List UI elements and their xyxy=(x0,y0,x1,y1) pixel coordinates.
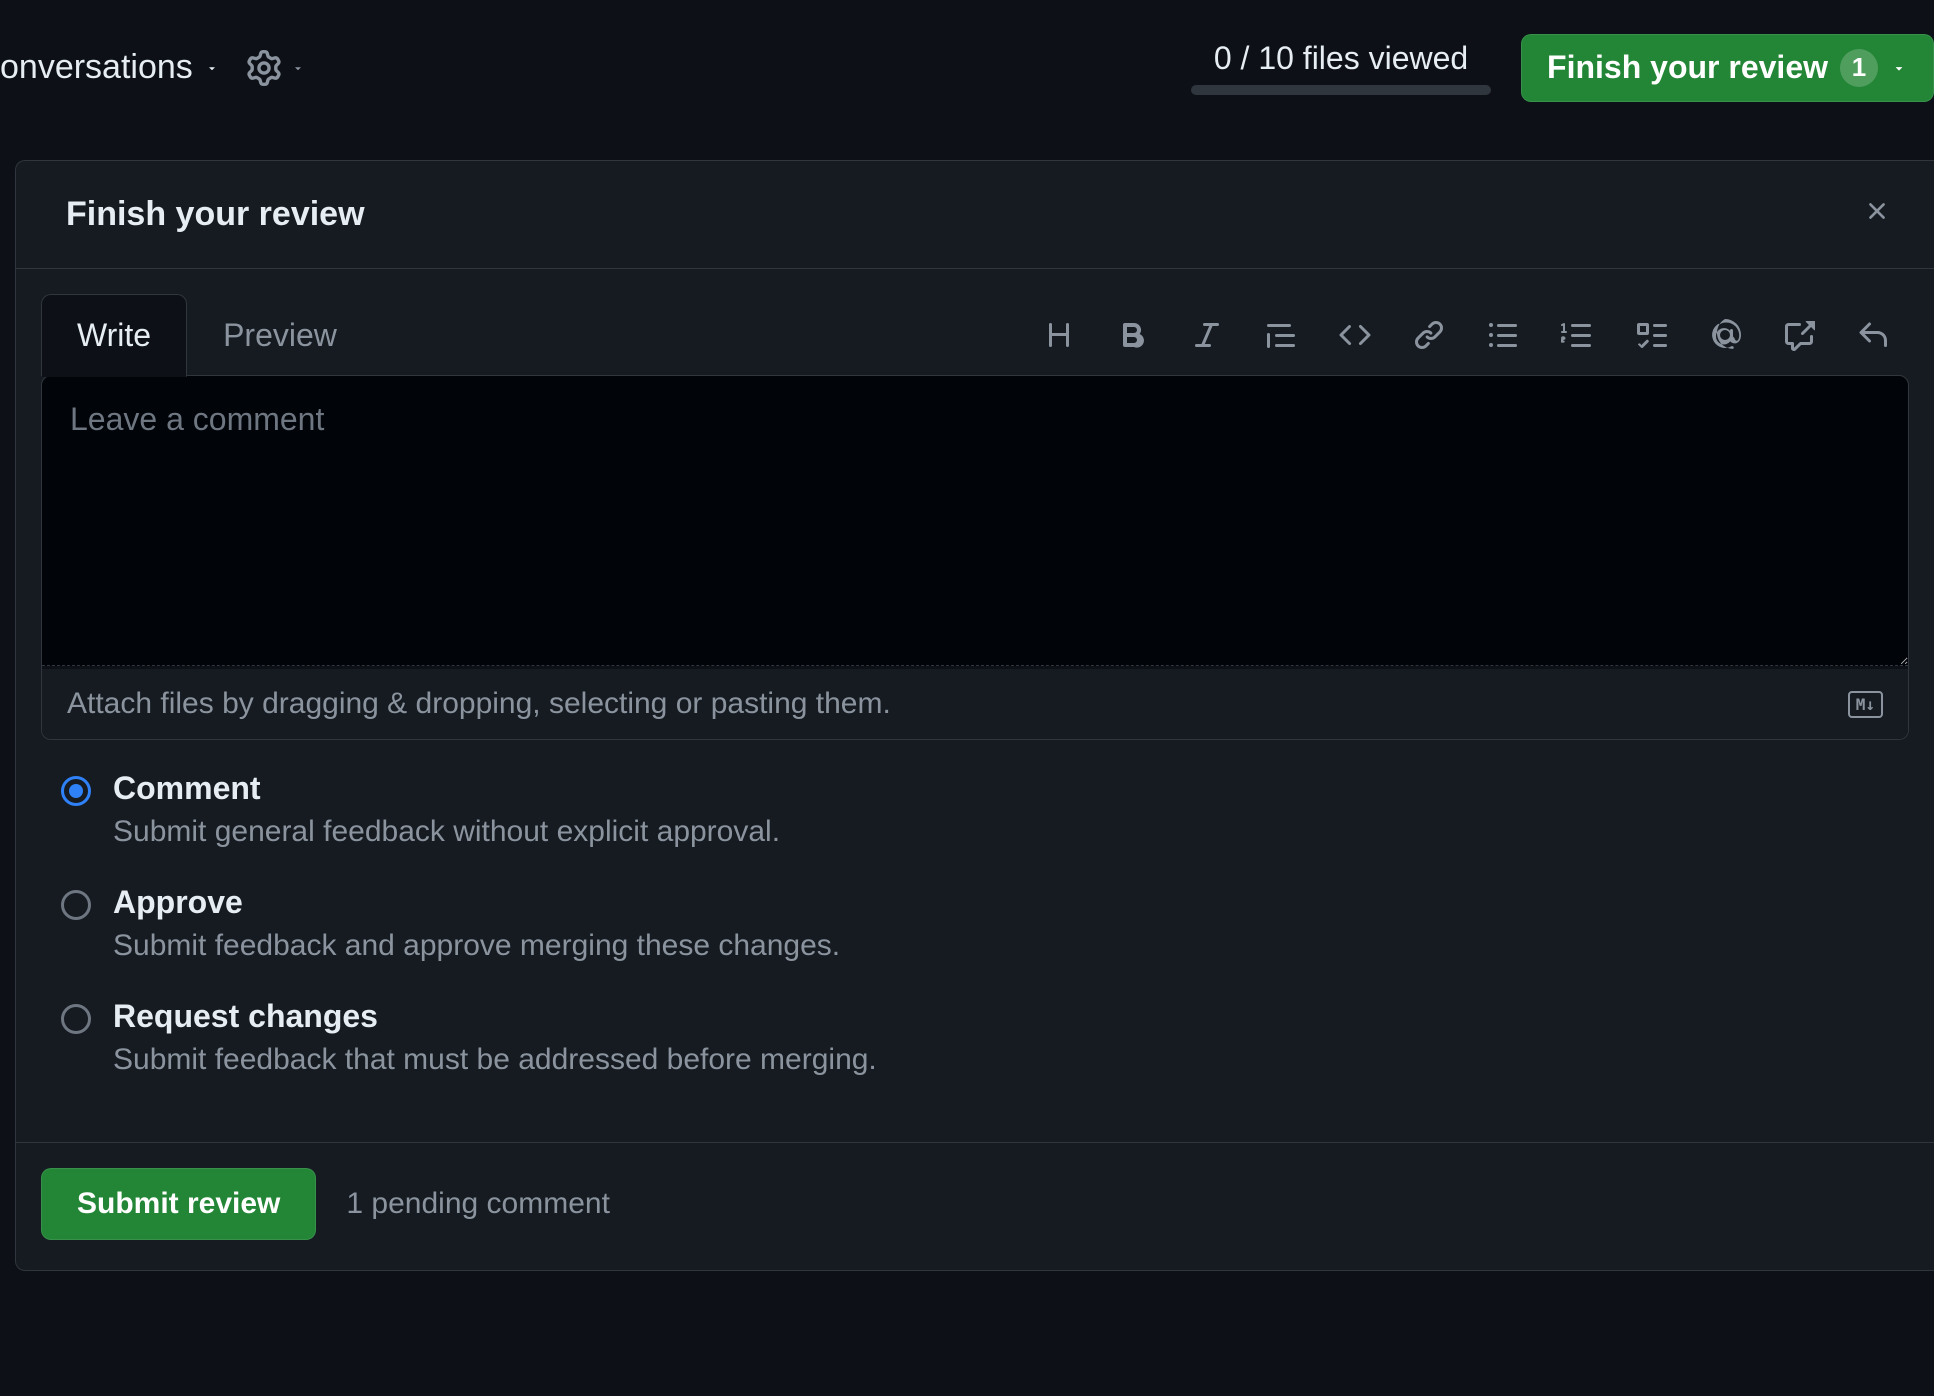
mention-icon xyxy=(1709,319,1741,351)
files-viewed-progress xyxy=(1191,85,1491,95)
finish-review-dialog: Finish your review Write Preview xyxy=(15,160,1934,1271)
dialog-title: Finish your review xyxy=(66,195,365,234)
reply-icon xyxy=(1857,319,1889,351)
formatting-toolbar xyxy=(1041,317,1909,353)
bold-button[interactable] xyxy=(1115,317,1151,353)
link-button[interactable] xyxy=(1411,317,1447,353)
italic-button[interactable] xyxy=(1189,317,1225,353)
caret-down-icon xyxy=(290,62,306,74)
comment-textarea[interactable] xyxy=(42,376,1908,666)
option-request-changes[interactable]: Request changes Submit feedback that mus… xyxy=(61,998,1889,1077)
attach-files-row[interactable]: Attach files by dragging & dropping, sel… xyxy=(42,669,1908,739)
code-icon xyxy=(1339,319,1371,351)
submit-review-label: Submit review xyxy=(77,1187,280,1220)
markdown-icon[interactable]: M↓ xyxy=(1848,691,1883,718)
code-button[interactable] xyxy=(1337,317,1373,353)
conversations-label: onversations xyxy=(0,48,193,87)
option-comment-title: Comment xyxy=(113,770,780,807)
pending-comments-text: 1 pending comment xyxy=(346,1187,610,1221)
task-list-button[interactable] xyxy=(1633,317,1669,353)
option-approve[interactable]: Approve Submit feedback and approve merg… xyxy=(61,884,1889,963)
close-icon xyxy=(1863,197,1891,225)
tasklist-icon xyxy=(1635,319,1667,351)
files-viewed-text: 0 / 10 files viewed xyxy=(1214,40,1468,77)
tab-write[interactable]: Write xyxy=(41,294,187,377)
reply-button[interactable] xyxy=(1855,317,1891,353)
settings-dropdown[interactable] xyxy=(246,50,306,86)
attach-hint-text: Attach files by dragging & dropping, sel… xyxy=(67,687,891,721)
finish-review-label: Finish your review xyxy=(1547,49,1828,86)
top-left-controls: onversations xyxy=(0,48,306,87)
italic-icon xyxy=(1191,319,1223,351)
mention-button[interactable] xyxy=(1707,317,1743,353)
reference-button[interactable] xyxy=(1781,317,1817,353)
unordered-list-button[interactable] xyxy=(1485,317,1521,353)
comment-editor: Attach files by dragging & dropping, sel… xyxy=(41,375,1909,740)
heading-icon xyxy=(1043,319,1075,351)
radio-request-changes[interactable] xyxy=(61,1004,91,1034)
tab-preview[interactable]: Preview xyxy=(187,294,373,376)
files-viewed-indicator: 0 / 10 files viewed xyxy=(1191,40,1491,95)
option-request-changes-desc: Submit feedback that must be addressed b… xyxy=(113,1043,877,1077)
ordered-list-button[interactable] xyxy=(1559,317,1595,353)
option-comment-desc: Submit general feedback without explicit… xyxy=(113,815,780,849)
conversations-dropdown[interactable]: onversations xyxy=(0,48,221,87)
radio-comment[interactable] xyxy=(61,776,91,806)
pending-review-count-badge: 1 xyxy=(1840,49,1878,87)
review-type-options: Comment Submit general feedback without … xyxy=(41,740,1909,1132)
close-button[interactable] xyxy=(1855,189,1899,240)
caret-down-icon xyxy=(203,62,221,74)
dialog-body: Write Preview xyxy=(16,269,1934,1132)
dialog-footer: Submit review 1 pending comment xyxy=(16,1142,1934,1270)
list-ordered-icon xyxy=(1561,319,1593,351)
heading-button[interactable] xyxy=(1041,317,1077,353)
link-icon xyxy=(1413,319,1445,351)
top-toolbar: onversations 0 / 10 files viewed Finish … xyxy=(0,0,1934,145)
quote-button[interactable] xyxy=(1263,317,1299,353)
top-right-controls: 0 / 10 files viewed Finish your review 1 xyxy=(1191,34,1934,102)
editor-tabs: Write Preview xyxy=(41,294,373,376)
bold-icon xyxy=(1117,319,1149,351)
cross-reference-icon xyxy=(1783,319,1815,351)
dialog-header: Finish your review xyxy=(16,161,1934,269)
gear-icon xyxy=(246,50,282,86)
option-approve-desc: Submit feedback and approve merging thes… xyxy=(113,929,840,963)
caret-down-icon xyxy=(1890,61,1908,75)
submit-review-button[interactable]: Submit review xyxy=(41,1168,316,1240)
quote-icon xyxy=(1265,319,1297,351)
tab-write-label: Write xyxy=(77,317,151,353)
option-request-changes-title: Request changes xyxy=(113,998,877,1035)
option-approve-title: Approve xyxy=(113,884,840,921)
finish-review-button[interactable]: Finish your review 1 xyxy=(1521,34,1934,102)
tab-preview-label: Preview xyxy=(223,317,337,353)
tabs-row: Write Preview xyxy=(41,294,1909,376)
radio-approve[interactable] xyxy=(61,890,91,920)
list-unordered-icon xyxy=(1487,319,1519,351)
option-comment[interactable]: Comment Submit general feedback without … xyxy=(61,770,1889,849)
